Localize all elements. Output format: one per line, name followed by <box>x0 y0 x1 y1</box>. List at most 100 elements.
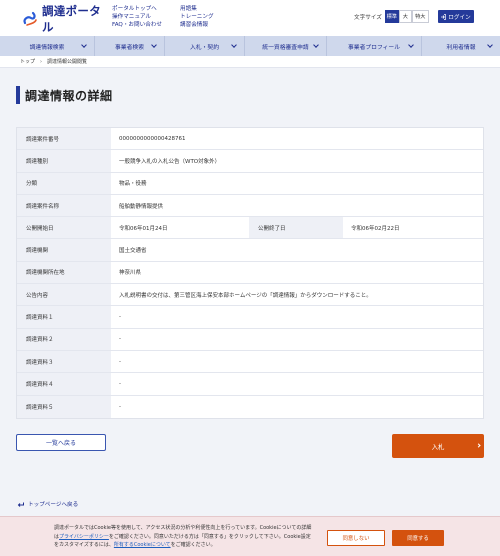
glossary-link[interactable]: 用語集 <box>180 5 214 13</box>
font-size-xlarge-button[interactable]: 特大 <box>411 10 429 23</box>
login-button[interactable]: ログイン <box>438 10 474 23</box>
login-label: ログイン <box>448 14 471 21</box>
page-title: 調達情報の詳細 <box>25 89 113 103</box>
type-value: 一般競争入札の入札公告（WTO対象外） <box>119 158 221 165</box>
cookie-text-part: をご確認ください。 <box>170 542 216 548</box>
case-no-value: 0000000000000428761 <box>119 135 186 142</box>
doc-4-value: - <box>119 380 121 387</box>
cookie-agree-button[interactable]: 同意する <box>392 530 444 546</box>
font-size-large-button[interactable]: 大 <box>398 10 412 23</box>
bid-button[interactable]: 入札 <box>392 434 484 458</box>
org-label: 調達機関 <box>17 239 111 261</box>
manual-link[interactable]: 操作マニュアル <box>112 13 162 21</box>
logo-swoosh-icon <box>22 11 38 27</box>
bid-label: 入札 <box>431 442 445 451</box>
end-date-value: 令和06年02月22日 <box>351 225 400 232</box>
location-value: 神奈川県 <box>119 270 142 277</box>
nav-label: 入札・契約 <box>190 44 219 51</box>
nav-item-company-profile[interactable]: 事業者プロフィール <box>327 36 422 56</box>
doc-2-label: 調達資料２ <box>17 328 111 350</box>
doc-2-value: - <box>119 336 121 343</box>
portal-top-link[interactable]: ポータルトップへ <box>112 5 162 13</box>
category-label: 分類 <box>17 172 111 194</box>
logo-text: 調達ポータル <box>42 4 101 34</box>
back-to-top-link[interactable]: トップページへ戻る <box>17 500 78 508</box>
detail-row: 分類 物品・役務 <box>17 172 483 195</box>
detail-row: 調達資料５ - <box>17 395 483 418</box>
doc-3-label: 調達資料３ <box>17 350 111 373</box>
nav-label: 事業者検索 <box>115 44 144 51</box>
doc-1-value: - <box>119 314 121 321</box>
detail-row: 公開開始日 令和06年01月24日 公開終了日 令和06年02月22日 <box>17 217 483 240</box>
return-arrow-icon <box>17 500 25 508</box>
nav-label: 調達情報検索 <box>29 44 65 51</box>
cookie-decline-button[interactable]: 同意しない <box>327 530 385 546</box>
case-no-label: 調達案件番号 <box>17 128 111 150</box>
back-to-list-button[interactable]: 一覧へ戻る <box>16 434 106 451</box>
detail-table: 調達案件番号 0000000000000428761 調達種別 一般競争入札の入… <box>16 127 484 419</box>
chevron-down-icon <box>81 42 87 48</box>
chevron-right-icon: › <box>40 58 43 65</box>
nav-label: 利用者情報 <box>446 44 476 51</box>
site-logo[interactable]: 調達ポータル <box>22 4 110 34</box>
nav-item-qualification[interactable]: 統一資格審査申請 <box>245 36 327 56</box>
cookie-banner: 調達ポータルではCookie等を使用して、アクセス状況の分析や利便性向上を行って… <box>0 516 500 556</box>
org-value: 国土交通省 <box>119 248 147 255</box>
font-size-standard-button[interactable]: 標準 <box>384 10 399 23</box>
breadcrumb-home[interactable]: トップ <box>20 58 35 65</box>
chevron-right-icon <box>476 443 481 448</box>
nav-item-bid-contract[interactable]: 入札・契約 <box>165 36 245 56</box>
end-date-label: 公開終了日 <box>249 217 343 239</box>
name-value: 船舶動静情報提供 <box>119 203 164 210</box>
chevron-down-icon <box>231 42 237 48</box>
privacy-policy-link[interactable]: プライバシーポリシー <box>59 534 109 540</box>
notice-value: 入札説明書の交付は、第三管区海上保安本部ホームページの「調達情報」からダウンロー… <box>119 292 372 299</box>
breadcrumb: トップ › 調達情報公開閲覧 <box>0 56 500 68</box>
chevron-down-icon <box>487 42 493 48</box>
font-size-switcher: 文字サイズ 標準 大 特大 <box>354 10 429 23</box>
start-date-label: 公開開始日 <box>17 217 111 239</box>
detail-row: 調達資料４ - <box>17 373 483 396</box>
nav-label: 統一資格審査申請 <box>262 44 309 51</box>
doc-5-label: 調達資料５ <box>17 395 111 418</box>
faq-link[interactable]: FAQ・お問い合わせ <box>112 21 162 29</box>
nav-label: 事業者プロフィール <box>347 44 401 51</box>
doc-5-value: - <box>119 403 121 410</box>
title-accent-bar <box>16 86 20 104</box>
login-icon <box>441 13 447 20</box>
detail-row: 公告内容 入札説明書の交付は、第三管区海上保安本部ホームページの「調達情報」から… <box>17 284 483 307</box>
breadcrumb-current: 調達情報公開閲覧 <box>47 59 88 65</box>
category-value: 物品・役務 <box>119 181 147 188</box>
chevron-down-icon <box>313 42 319 48</box>
detail-row: 調達案件名称 船舶動静情報提供 <box>17 194 483 218</box>
detail-row: 調達資料２ - <box>17 328 483 351</box>
main-nav: 調達情報検索 事業者検索 入札・契約 統一資格審査申請 事業者プロフィール 利用… <box>0 36 500 56</box>
detail-row: 調達資料３ - <box>17 350 483 374</box>
doc-1-label: 調達資料１ <box>17 306 111 328</box>
font-size-label: 文字サイズ <box>354 14 382 21</box>
site-header: 調達ポータル ポータルトップへ 操作マニュアル FAQ・お問い合わせ 用語集 ト… <box>0 0 500 36</box>
detail-row: 調達資料１ - <box>17 306 483 329</box>
training-link[interactable]: トレーニング <box>180 13 214 21</box>
start-date-value: 令和06年01月24日 <box>119 225 168 232</box>
chevron-down-icon <box>151 42 157 48</box>
cookie-message: 調達ポータルではCookie等を使用して、アクセス状況の分析や利便性向上を行って… <box>54 524 312 550</box>
chevron-down-icon <box>408 42 414 48</box>
detail-row: 調達機関所在地 神奈川県 <box>17 261 483 285</box>
nav-item-procurement-search[interactable]: 調達情報検索 <box>0 36 95 56</box>
header-links-primary: ポータルトップへ 操作マニュアル FAQ・お問い合わせ <box>112 5 162 29</box>
notice-label: 公告内容 <box>17 284 111 306</box>
nav-item-company-search[interactable]: 事業者検索 <box>95 36 165 56</box>
cookie-settings-link[interactable]: 所有するCookieについて <box>114 542 171 548</box>
detail-row: 調達機関 国土交通省 <box>17 239 483 262</box>
name-label: 調達案件名称 <box>17 194 111 217</box>
location-label: 調達機関所在地 <box>17 261 111 284</box>
doc-3-value: - <box>119 358 121 365</box>
type-label: 調達種別 <box>17 150 111 172</box>
seminar-link[interactable]: 講習会情報 <box>180 21 214 29</box>
detail-row: 調達案件番号 0000000000000428761 <box>17 128 483 151</box>
back-to-top-label: トップページへ戻る <box>28 502 79 508</box>
detail-row: 調達種別 一般競争入札の入札公告（WTO対象外） <box>17 150 483 173</box>
nav-item-user-info[interactable]: 利用者情報 <box>422 36 500 56</box>
header-links-secondary: 用語集 トレーニング 講習会情報 <box>180 5 214 29</box>
